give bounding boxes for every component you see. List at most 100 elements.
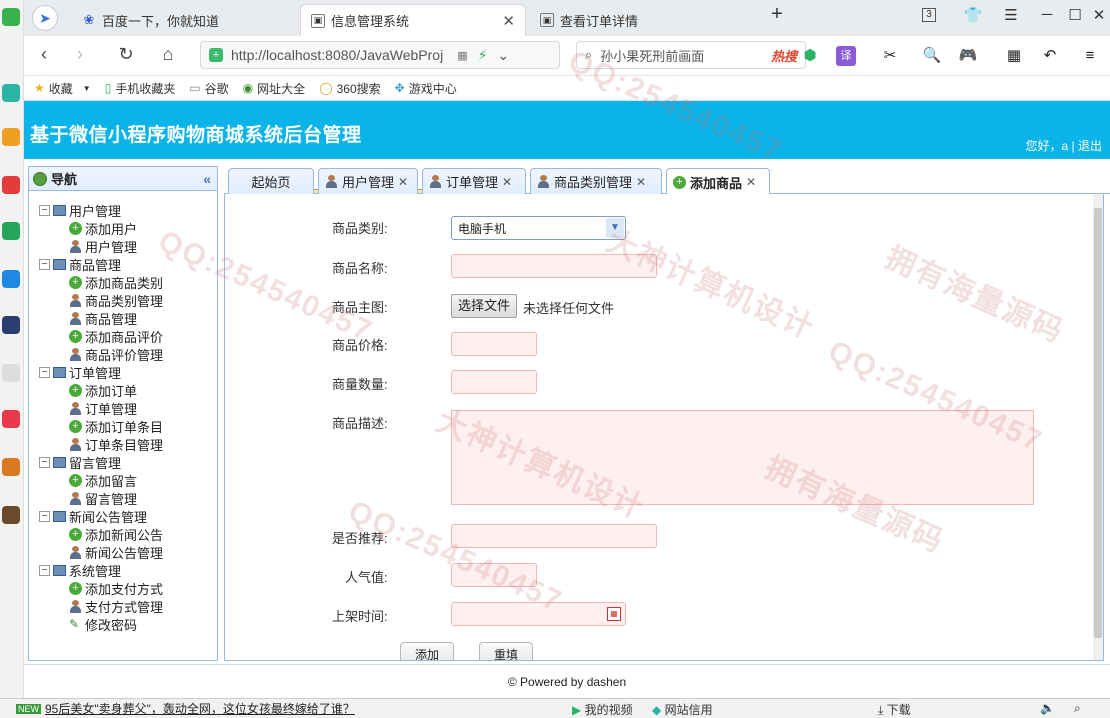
nav-group[interactable]: − 用户管理 [29,201,217,219]
sidebar-app-icon[interactable] [2,316,20,334]
collapse-toggle-icon[interactable]: − [39,258,50,270]
nav-item[interactable]: 订单管理 [29,399,217,417]
browser-tab-baidu[interactable]: ❀ 百度一下，你就知道 [72,4,298,36]
recommend-input[interactable] [451,524,657,548]
nav-group[interactable]: − 新闻公告管理 [29,507,217,525]
tab-order-manage[interactable]: 订单管理 ✕ [422,168,526,194]
popularity-input[interactable] [451,563,537,587]
sidebar-app-icon[interactable] [2,128,20,146]
chevron-down-icon[interactable]: ⌄ [497,47,509,64]
forward-icon[interactable]: › [68,44,92,65]
tab-count-badge[interactable]: 3 [922,8,936,22]
sound-icon[interactable]: 🔈 [1040,701,1055,715]
nav-group[interactable]: − 订单管理 [29,363,217,381]
nav-group[interactable]: − 系统管理 [29,561,217,579]
bookmark-item[interactable]: ✥ 游戏中心 [395,80,457,97]
minimize-icon[interactable]: ─ [1036,6,1058,23]
nav-item[interactable]: 订单条目管理 [29,435,217,453]
reset-button[interactable]: 重填 [479,642,533,660]
close-icon[interactable]: ✕ [636,175,646,189]
quantity-input[interactable] [451,370,537,394]
description-textarea[interactable] [451,410,1034,505]
search-input[interactable]: ⌕ 孙小果死刑前画面 热搜 [576,41,806,69]
tab-home[interactable]: 起始页 [228,168,314,194]
bookmark-item[interactable]: ◉ 网址大全 [243,80,306,97]
choose-file-button[interactable]: 选择文件 [451,294,518,318]
translate-icon[interactable]: 译 [836,46,856,66]
close-tab-icon[interactable]: ✕ [502,12,515,30]
category-select[interactable]: 电脑手机 ▼ [451,216,626,240]
nav-item[interactable]: + 添加商品类别 [29,273,217,291]
bookmark-item[interactable]: ▭ 谷歌 [189,80,228,97]
nav-item[interactable]: + 添加支付方式 [29,579,217,597]
sidebar-app-icon[interactable] [2,84,20,102]
close-icon[interactable]: ✕ [502,175,512,189]
logout-link[interactable]: 退出 [1078,139,1102,153]
download-button[interactable]: ⤓ 下载 [878,701,911,718]
collapse-toggle-icon[interactable]: − [39,204,50,216]
nav-item[interactable]: ✎ 修改密码 [29,615,217,633]
menu-icon[interactable]: ☰ [1000,6,1022,24]
tab-category-manage[interactable]: 商品类别管理 ✕ [530,168,662,194]
hot-search-label[interactable]: 热搜 [771,46,797,65]
more-icon[interactable]: ≡ [1080,46,1100,66]
name-input[interactable] [451,254,657,278]
nav-item[interactable]: + 添加订单条目 [29,417,217,435]
nav-item[interactable]: 支付方式管理 [29,597,217,615]
bookmark-item[interactable]: ★ 收藏 ▼ [34,80,91,97]
close-window-icon[interactable]: ✕ [1088,6,1110,24]
collapse-toggle-icon[interactable]: − [39,456,50,468]
sidebar-app-icon[interactable] [2,364,20,382]
sidebar-app-icon[interactable] [2,222,20,240]
date-input[interactable]: ▦ [451,602,626,626]
sidebar-app-icon[interactable] [2,270,20,288]
price-input[interactable] [451,332,537,356]
new-tab-icon[interactable]: + [766,3,788,26]
submit-button[interactable]: 添加 [400,642,454,660]
lightning-icon[interactable]: ⚡ [478,47,488,64]
close-icon[interactable]: ✕ [398,175,408,189]
reload-icon[interactable]: ↻ [114,44,138,65]
sidebar-app-icon[interactable] [2,410,20,428]
magnifier-icon[interactable]: 🔍 [922,46,942,66]
url-input[interactable]: + http://localhost:8080/JavaWebProj ▦ ⚡ … [200,41,560,69]
bookmark-item[interactable]: ◯ 360搜索 [319,80,380,97]
nav-item[interactable]: 商品类别管理 [29,291,217,309]
tab-add-product[interactable]: + 添加商品 ✕ [666,168,770,195]
shirt-icon[interactable]: 👕 [962,6,984,24]
tab-user-manage[interactable]: 用户管理 ✕ [318,168,418,194]
calendar-icon[interactable]: ▦ [607,607,621,621]
scrollbar[interactable] [1093,194,1103,660]
nav-item[interactable]: 商品评价管理 [29,345,217,363]
my-video-button[interactable]: ▶ 我的视频 [572,701,633,718]
news-link[interactable]: 95后美女"卖身葬父"，轰动全网，这位女孩最终嫁给了谁？ [45,700,355,717]
browser-tab-active[interactable]: ▣ 信息管理系统 ✕ [300,4,526,36]
nav-item[interactable]: 留言管理 [29,489,217,507]
nav-group[interactable]: − 商品管理 [29,255,217,273]
undo-icon[interactable]: ↶ [1040,46,1060,66]
navigation-arrow-icon[interactable]: ➤ [32,5,58,31]
gamepad-icon[interactable]: 🎮 [958,46,978,66]
nav-item[interactable]: + 添加商品评价 [29,327,217,345]
scissors-icon[interactable]: ✂ [880,46,900,66]
scrollbar-thumb[interactable] [1094,208,1102,638]
home-icon[interactable]: ⌂ [156,44,180,65]
browser-tab-order[interactable]: ▣ 查看订单详情 [530,4,756,36]
nav-item[interactable]: 新闻公告管理 [29,543,217,561]
close-icon[interactable]: ✕ [746,175,756,189]
collapse-toggle-icon[interactable]: − [39,510,50,522]
sidebar-app-icon[interactable] [2,176,20,194]
nav-group[interactable]: − 留言管理 [29,453,217,471]
site-credit-button[interactable]: ◆ 网站信用 [652,701,713,718]
nav-item[interactable]: + 添加新闻公告 [29,525,217,543]
grid-icon[interactable]: ▦ [1004,46,1024,66]
nav-item[interactable]: + 添加订单 [29,381,217,399]
nav-item[interactable]: + 添加用户 [29,219,217,237]
nav-item[interactable]: + 添加留言 [29,471,217,489]
shield-icon[interactable]: ⬢ [800,46,820,66]
sidebar-app-icon[interactable] [2,8,20,26]
bookmark-item[interactable]: ▯ 手机收藏夹 [105,80,176,97]
collapse-toggle-icon[interactable]: − [39,564,50,576]
qr-icon[interactable]: ▦ [457,49,467,62]
maximize-icon[interactable]: ☐ [1064,6,1086,24]
